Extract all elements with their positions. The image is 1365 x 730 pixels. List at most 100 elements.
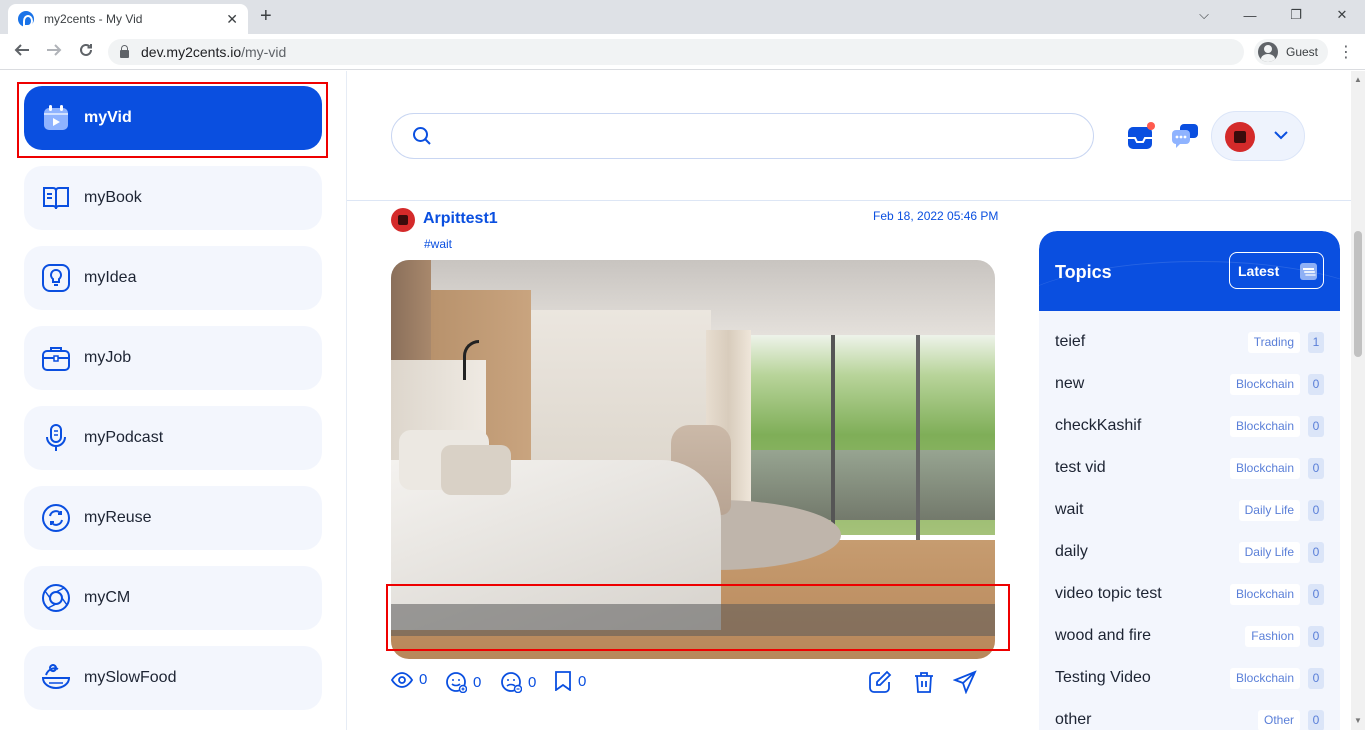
reload-icon[interactable] xyxy=(76,42,96,63)
sort-dropdown[interactable]: Latest xyxy=(1229,252,1324,289)
tab-close-icon[interactable]: ✕ xyxy=(226,11,238,28)
topic-category-badge: Daily Life xyxy=(1238,542,1300,563)
browser-tab-strip: my2cents - My Vid ✕ + ⌵ — ❐ ✕ xyxy=(0,0,1365,34)
user-menu-button[interactable] xyxy=(1211,111,1305,161)
scrollbar-thumb[interactable] xyxy=(1354,231,1362,357)
post-author-avatar[interactable] xyxy=(391,208,415,232)
sidebar-item-mybook[interactable]: myBook xyxy=(24,166,322,230)
eye-icon xyxy=(391,671,413,688)
views-stat[interactable]: 0 xyxy=(391,671,427,688)
topic-count-badge: 0 xyxy=(1308,500,1324,521)
video-frame-lamp xyxy=(463,340,479,380)
highlight-box-video-controls xyxy=(386,584,1010,651)
topic-row[interactable]: wood and fire Fashion 0 xyxy=(1039,615,1340,657)
sidebar-item-myreuse[interactable]: myReuse xyxy=(24,486,322,550)
sort-label: Latest xyxy=(1238,262,1280,279)
search-bar[interactable] xyxy=(391,113,1094,159)
profile-label: Guest xyxy=(1286,45,1319,59)
sidebar-item-label: myIdea xyxy=(84,269,137,286)
topic-count-badge: 0 xyxy=(1308,710,1324,730)
topic-count-badge: 0 xyxy=(1308,668,1324,689)
topic-count-badge: 0 xyxy=(1308,542,1324,563)
browser-menu-icon[interactable]: ⋮ xyxy=(1338,42,1354,62)
scroll-down-arrow-icon[interactable]: ▼ xyxy=(1354,716,1362,725)
frown-minus-icon xyxy=(501,672,522,693)
topic-category-badge: Blockchain xyxy=(1229,584,1300,605)
topic-count-badge: 0 xyxy=(1308,584,1324,605)
post-date: Feb 18, 2022 05:46 PM xyxy=(873,209,999,223)
back-arrow-icon[interactable] xyxy=(12,42,32,63)
topic-category-badge: Blockchain xyxy=(1229,374,1300,395)
tab-title: my2cents - My Vid xyxy=(44,12,143,26)
edit-icon[interactable] xyxy=(868,670,892,694)
address-bar[interactable]: dev.my2cents.io/my-vid xyxy=(108,39,1244,65)
lock-icon xyxy=(120,45,129,58)
sidebar-item-label: myCM xyxy=(84,589,131,606)
like-stat[interactable]: 0 xyxy=(445,671,481,693)
topics-title: Topics xyxy=(1055,262,1112,282)
post-author-name[interactable]: Arpittest1 xyxy=(423,210,498,228)
browser-toolbar: dev.my2cents.io/my-vid Guest ⋮ xyxy=(0,34,1365,70)
scroll-up-arrow-icon[interactable]: ▲ xyxy=(1354,75,1362,84)
sidebar-item-myidea[interactable]: myIdea xyxy=(24,246,322,310)
topic-name: other xyxy=(1055,711,1092,728)
forward-arrow-icon[interactable] xyxy=(44,42,64,63)
topic-row[interactable]: Testing Video Blockchain 0 xyxy=(1039,657,1340,699)
topic-row[interactable]: daily Daily Life 0 xyxy=(1039,531,1340,573)
dislike-stat[interactable]: 0 xyxy=(500,671,536,693)
bookmark-stat[interactable]: 0 xyxy=(554,671,586,691)
bookmarks-count: 0 xyxy=(578,672,587,690)
browser-tab[interactable]: my2cents - My Vid ✕ xyxy=(8,4,248,34)
trash-icon[interactable] xyxy=(912,670,936,694)
aperture-icon xyxy=(40,582,72,614)
send-icon[interactable] xyxy=(952,670,977,695)
topic-row[interactable]: video topic test Blockchain 0 xyxy=(1039,573,1340,615)
sidebar-item-label: mySlowFood xyxy=(84,669,177,686)
likes-count: 0 xyxy=(473,673,482,691)
chevron-down-icon xyxy=(1272,126,1290,149)
header-divider xyxy=(347,200,1353,201)
minimize-button[interactable]: — xyxy=(1227,0,1273,30)
restore-button[interactable]: ❐ xyxy=(1273,0,1319,30)
filter-icon xyxy=(1300,263,1317,280)
topic-row[interactable]: checkKashif Blockchain 0 xyxy=(1039,405,1340,447)
briefcase-icon xyxy=(40,342,72,374)
topic-name: new xyxy=(1055,375,1085,392)
post-hashtag[interactable]: #wait xyxy=(424,237,452,251)
highlight-box-myvid xyxy=(17,82,328,158)
topic-row[interactable]: wait Daily Life 0 xyxy=(1039,489,1340,531)
topic-row[interactable]: teief Trading 1 xyxy=(1039,321,1340,363)
new-tab-button[interactable]: + xyxy=(260,6,272,26)
bookmark-icon xyxy=(555,671,571,691)
topic-count-badge: 0 xyxy=(1308,458,1324,479)
tab-search-button[interactable]: ⌵ xyxy=(1181,0,1227,30)
sidebar-item-myjob[interactable]: myJob xyxy=(24,326,322,390)
video-frame-pillow xyxy=(441,445,511,495)
topic-count-badge: 0 xyxy=(1308,626,1324,647)
smile-plus-icon xyxy=(446,672,467,693)
sidebar-item-mypodcast[interactable]: myPodcast xyxy=(24,406,322,470)
topic-row[interactable]: other Other 0 xyxy=(1039,699,1340,730)
topic-row[interactable]: test vid Blockchain 0 xyxy=(1039,447,1340,489)
sidebar-item-myslowfood[interactable]: mySlowFood xyxy=(24,646,322,710)
chat-bubbles-icon[interactable] xyxy=(1170,121,1200,151)
sidebar-item-mycm[interactable]: myCM xyxy=(24,566,322,630)
food-bowl-icon xyxy=(40,662,72,694)
close-window-button[interactable]: ✕ xyxy=(1319,0,1365,30)
lightbulb-icon xyxy=(40,262,72,294)
topic-name: daily xyxy=(1055,543,1088,560)
topic-category-badge: Blockchain xyxy=(1229,416,1300,437)
page-scrollbar[interactable]: ▲ ▼ xyxy=(1351,71,1365,730)
topic-category-badge: Fashion xyxy=(1245,626,1300,647)
window-controls: ⌵ — ❐ ✕ xyxy=(1181,0,1365,30)
topics-header: Topics Latest xyxy=(1039,231,1340,311)
recycle-icon xyxy=(40,502,72,534)
inbox-notification-icon[interactable] xyxy=(1127,121,1157,151)
url-text: dev.my2cents.io/my-vid xyxy=(141,44,287,60)
topic-row[interactable]: new Blockchain 0 xyxy=(1039,363,1340,405)
guest-avatar-icon xyxy=(1258,42,1278,62)
profile-button[interactable]: Guest xyxy=(1254,39,1329,65)
user-avatar xyxy=(1225,122,1255,152)
topic-category-badge: Other xyxy=(1257,710,1300,730)
sidebar-item-label: myJob xyxy=(84,349,132,366)
